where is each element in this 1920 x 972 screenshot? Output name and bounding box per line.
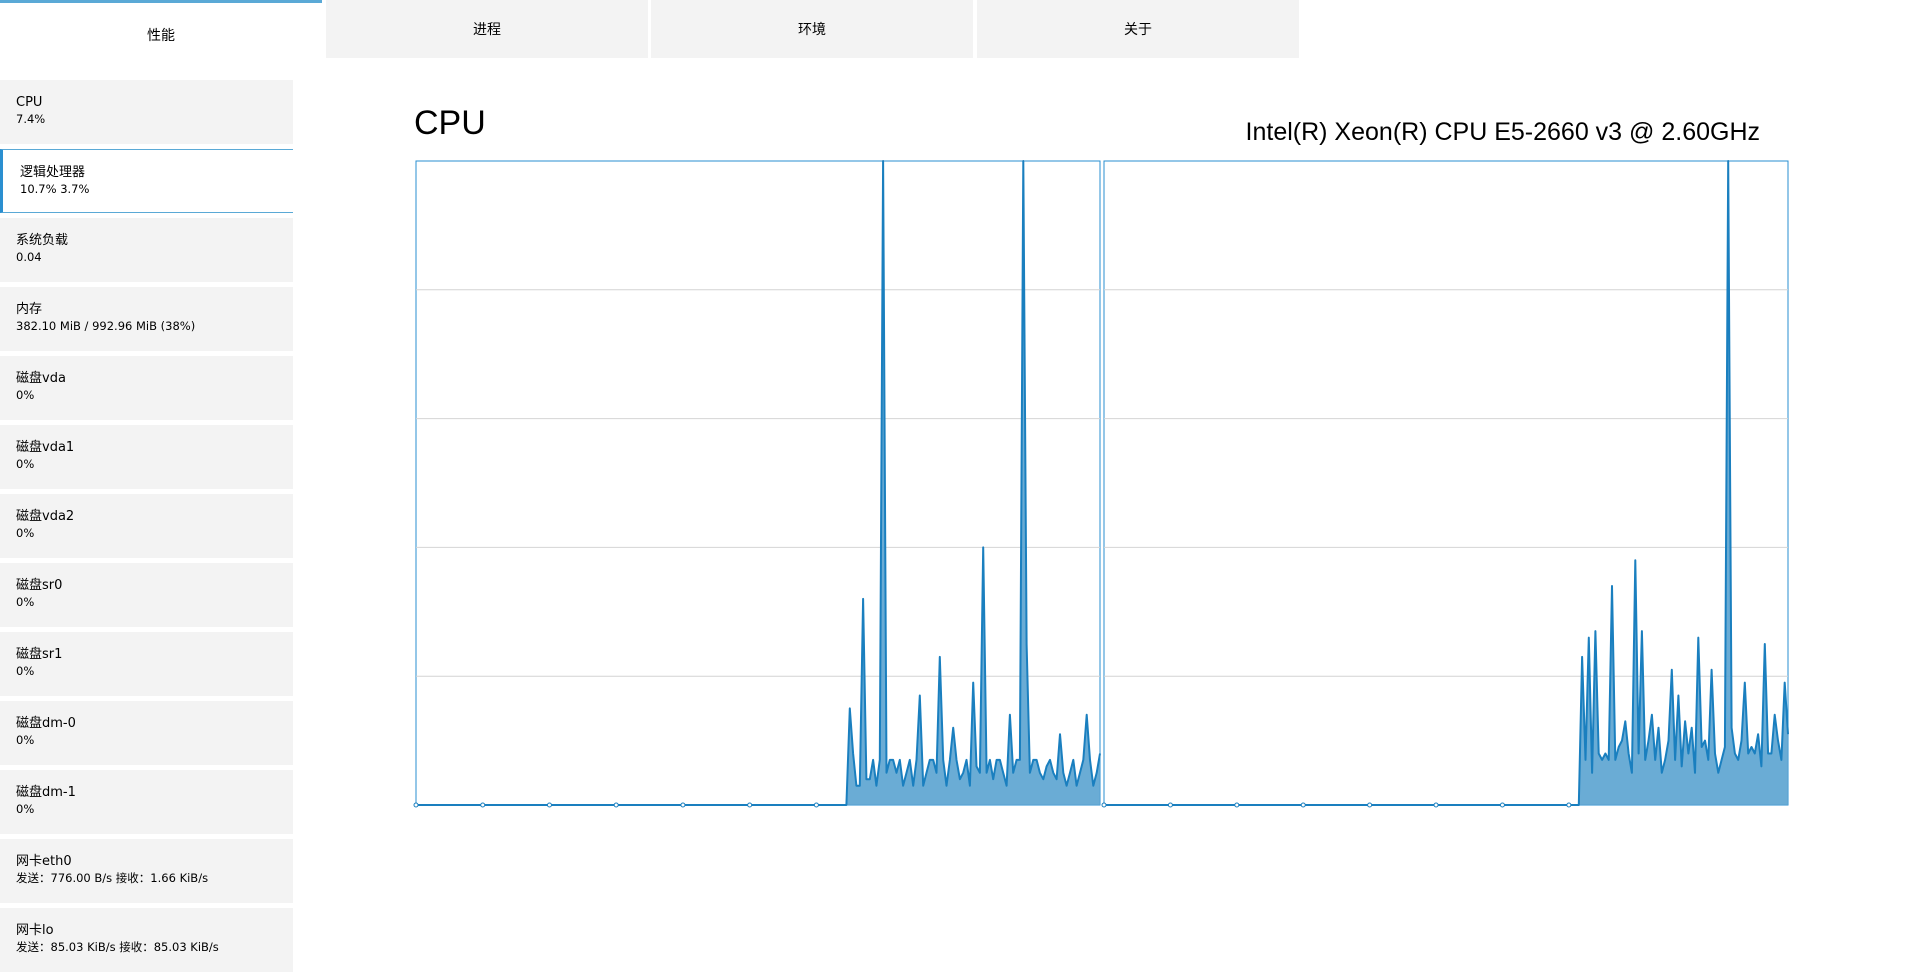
data-point bbox=[546, 802, 552, 808]
data-point bbox=[480, 802, 486, 808]
data-point bbox=[747, 802, 753, 808]
data-point bbox=[413, 802, 419, 808]
data-point bbox=[1300, 802, 1306, 808]
data-point bbox=[813, 802, 819, 808]
data-point bbox=[680, 802, 686, 808]
cpu-chart-1 bbox=[1101, 160, 1789, 808]
cpu-charts bbox=[413, 160, 1789, 808]
chart-frame bbox=[1103, 160, 1789, 806]
data-point bbox=[1367, 802, 1373, 808]
data-point bbox=[1234, 802, 1240, 808]
data-point bbox=[1433, 802, 1439, 808]
data-point bbox=[1101, 802, 1107, 808]
cpu-chart-0 bbox=[413, 160, 1101, 808]
data-point bbox=[1167, 802, 1173, 808]
data-point bbox=[1566, 802, 1572, 808]
data-point bbox=[1499, 802, 1505, 808]
data-point bbox=[613, 802, 619, 808]
chart-frame bbox=[415, 160, 1101, 806]
